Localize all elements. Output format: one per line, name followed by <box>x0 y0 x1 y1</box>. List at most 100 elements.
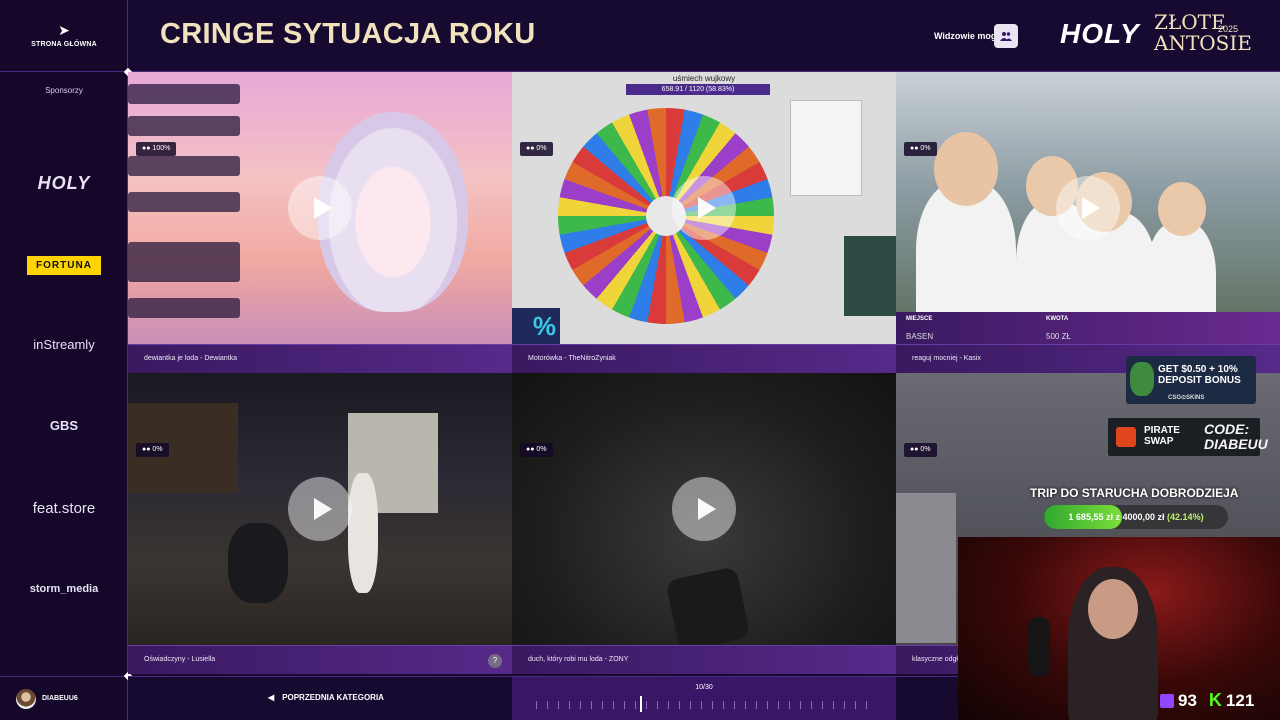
csgskins-brand: CSG⊙SKINS <box>1168 395 1205 401</box>
video-caption: duch, który robi mu loda - ZONY <box>512 645 896 674</box>
overlay-value: 500 ZŁ <box>1046 332 1071 341</box>
vote-percent-badge: ●● 100% <box>136 142 177 156</box>
users-icon: ●● <box>142 145 151 152</box>
sponsor-instreamly-logo: inStreamly <box>33 337 95 352</box>
prize-wheel <box>558 108 774 324</box>
pirateswap-promo: PIRATE SWAP CODE: DIABEUU <box>1108 418 1268 456</box>
percent-logo: % <box>512 308 560 344</box>
arrow-left-icon: ◀ <box>268 693 275 702</box>
video-tile[interactable]: ●● 0% duch, który robi mu loda - ZONY <box>512 373 896 674</box>
viewers-label: Widzowie mogą <box>934 31 1002 41</box>
overlay-label: MIEJSCE <box>906 316 933 322</box>
chat-message <box>128 116 240 136</box>
kneeling-person <box>228 523 288 603</box>
current-category-tick <box>640 696 642 712</box>
users-icon: ●● <box>910 145 919 152</box>
sponsors-title: Sponsorzy <box>45 86 83 95</box>
sidebar: ➤ STRONA GŁÓWNA Sponsorzy HOLY FORTUNA i… <box>0 0 128 720</box>
vote-percent-badge: ●● 0% <box>136 443 169 457</box>
video-tile[interactable]: ●● 0% Oświadczyny - Lusiella <box>128 373 512 674</box>
promo-code: CODE: DIABEUU <box>1204 421 1268 452</box>
user-profile[interactable]: DIABEUU6 <box>0 676 128 720</box>
users-icon: ●● <box>526 446 535 453</box>
category-ticks <box>536 701 872 709</box>
viewer-stats: 93 K 121 <box>1160 690 1254 711</box>
play-button[interactable] <box>288 477 352 541</box>
sponsor-stormmedia-logo: storm_media <box>29 583 99 595</box>
csgskins-promo: GET $0.50 + 10% DEPOSIT BONUS CSG⊙SKINS <box>1126 356 1256 404</box>
vote-percent-badge: ●● 0% <box>520 443 553 457</box>
users-icon: ●● <box>142 446 151 453</box>
play-button[interactable] <box>672 477 736 541</box>
promo-text: GET $0.50 + 10% DEPOSIT BONUS <box>1158 364 1241 386</box>
microphone <box>1028 617 1050 677</box>
video-tile[interactable]: uśmiech wujkowy 658.91 / 1120 (58.83%) %… <box>512 72 896 373</box>
promo-line1: GET $0.50 + 10% <box>1158 364 1238 375</box>
video-tile[interactable]: ●● 100% dewiantka je loda - Dewiantka <box>128 72 512 373</box>
category-progress: 10/30 <box>512 677 896 720</box>
help-button[interactable]: ? <box>488 654 502 668</box>
spreadsheet-window <box>790 100 862 196</box>
vote-percent: 0% <box>920 446 931 453</box>
header: CRINGE SYTUACJA ROKU Widzowie mogą HOLY … <box>128 0 1280 72</box>
play-button[interactable] <box>1056 176 1120 240</box>
users-icon <box>1000 32 1012 41</box>
webcam-preview <box>844 236 896 316</box>
previous-category-button[interactable]: ◀ POPRZEDNIA KATEGORIA <box>268 693 384 702</box>
video-caption: dewiantka je loda - Dewiantka <box>128 344 512 373</box>
chat-message <box>128 156 240 176</box>
donation-goal-bar: 1 685,55 zł z 4000,00 zł (42.14%) <box>1044 505 1228 529</box>
streamer-face <box>1088 579 1138 639</box>
person-head <box>934 132 998 206</box>
vote-percent: 0% <box>536 446 547 453</box>
wheel-title: uśmiech wujkowy <box>672 74 736 83</box>
viewers-button[interactable] <box>994 24 1018 48</box>
standing-person <box>348 473 378 593</box>
twitch-viewers: 93 <box>1178 690 1197 710</box>
arrow-left-icon: ➤ <box>58 22 70 38</box>
chat-message <box>128 84 240 104</box>
phone-in-hand <box>665 566 751 645</box>
users-icon: ●● <box>910 446 919 453</box>
category-counter: 10/30 <box>695 684 713 691</box>
stream-overlay: MIEJSCE KWOTA BASEN 500 ZŁ <box>896 312 1280 344</box>
vote-percent: 0% <box>536 145 547 152</box>
minecraft-block <box>896 493 956 643</box>
person-head <box>1158 182 1206 236</box>
user-name: DIABEUU6 <box>42 695 78 702</box>
sponsor-fortuna-logo: FORTUNA <box>27 256 101 275</box>
vote-percent-badge: ●● 0% <box>520 142 553 156</box>
brand-zlote-line2: ANTOSIE <box>1154 31 1252 55</box>
chat-message <box>128 242 240 282</box>
home-button[interactable]: ➤ STRONA GŁÓWNA <box>0 0 128 72</box>
donation-goal-text: 1 685,55 zł z 4000,00 zł (42.14%) <box>1068 512 1204 522</box>
avatar <box>16 688 36 709</box>
page-title: CRINGE SYTUACJA ROKU <box>160 18 536 50</box>
zombie-mascot-icon <box>1130 362 1154 396</box>
video-caption: Motorówka - TheNitroZyniak <box>512 344 896 373</box>
vote-percent: 0% <box>152 446 163 453</box>
vote-percent: 0% <box>920 145 931 152</box>
play-button[interactable] <box>672 176 736 240</box>
app-root: ➤ STRONA GŁÓWNA Sponsorzy HOLY FORTUNA i… <box>0 0 1280 720</box>
pirateswap-brand: PIRATE SWAP <box>1144 425 1180 447</box>
wheel-progress-text: 658.91 / 1120 (58.83%) <box>626 84 770 95</box>
sponsor-holy-logo: HOLY <box>37 173 91 193</box>
goal-percent: (42.14%) <box>1167 512 1204 522</box>
donation-goal-title: TRIP DO STARUCHA DOBRODZIEJA <box>1030 486 1239 500</box>
users-icon: ●● <box>526 145 535 152</box>
twitch-icon <box>1160 693 1174 708</box>
video-caption: Oświadczyny - Lusiella <box>128 645 512 674</box>
promo-line2: DEPOSIT BONUS <box>1158 375 1241 386</box>
video-tile[interactable]: MIEJSCE KWOTA BASEN 500 ZŁ ●● 0% reaguj … <box>896 72 1280 373</box>
vote-percent-badge: ●● 0% <box>904 443 937 457</box>
goal-current: 1 685,55 zł <box>1068 512 1113 522</box>
vote-percent-badge: ●● 0% <box>904 142 937 156</box>
kick-icon: K <box>1208 690 1222 710</box>
pirate-icon <box>1116 427 1136 447</box>
sponsor-gbs-logo: GBS <box>49 418 79 433</box>
kick-viewers: 121 <box>1225 690 1255 710</box>
play-button[interactable] <box>288 176 352 240</box>
brand-holy-logo: HOLY <box>1060 18 1140 49</box>
goal-target: 4000,00 zł <box>1122 512 1165 522</box>
